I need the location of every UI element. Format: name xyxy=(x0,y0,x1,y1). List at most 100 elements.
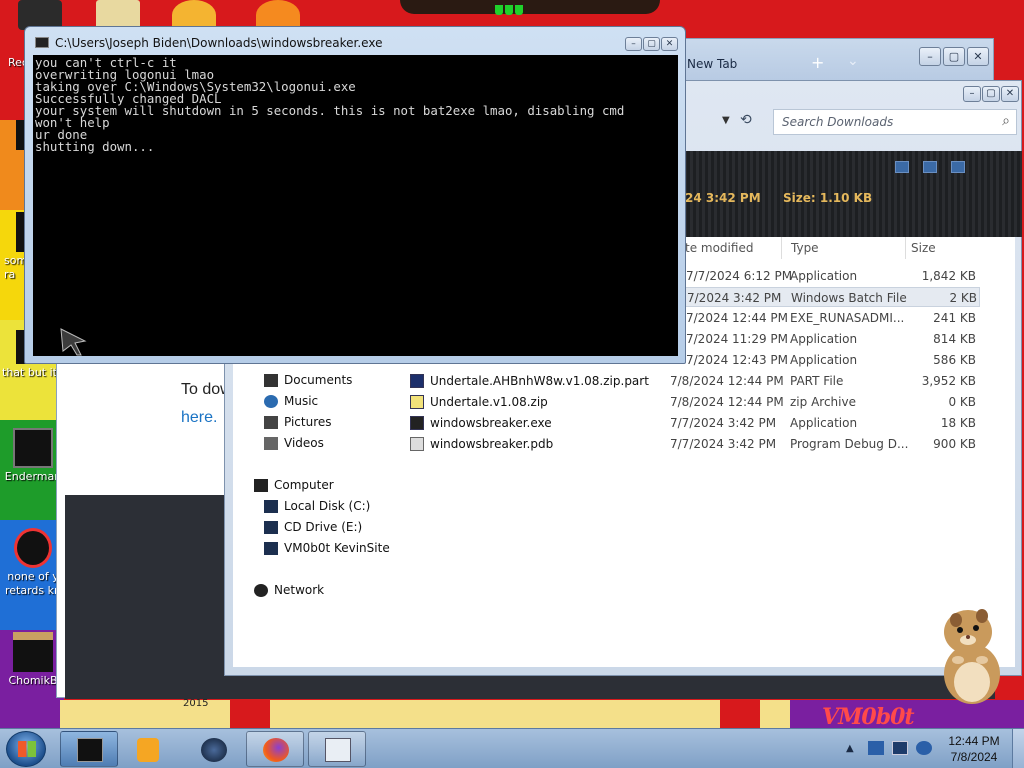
nav-item-music[interactable]: Music xyxy=(264,394,318,408)
taskbar-clock[interactable]: 12:44 PM 7/8/2024 xyxy=(940,733,1008,765)
tab-list-chevron-icon[interactable]: ⌄ xyxy=(847,53,859,69)
file-row[interactable]: 7/2024 11:29 PM Application 814 KB xyxy=(670,329,980,349)
file-name-cell: Undertale.v1.08.zip xyxy=(410,395,548,409)
tray-action-center-icon[interactable] xyxy=(868,741,884,755)
file-row-selected[interactable]: 7/2024 3:42 PM Windows Batch File 2 KB xyxy=(670,287,980,307)
file-type: Application xyxy=(790,353,858,367)
nav-item-network-share[interactable]: VM0b0t KevinSite xyxy=(264,541,390,555)
file-name: Undertale.AHBnhW8w.v1.08.zip.part xyxy=(430,374,649,388)
column-header-type[interactable]: Type xyxy=(791,241,819,255)
wallpaper-year: 2015 xyxy=(183,698,209,709)
documents-icon xyxy=(264,373,278,387)
tab-new-tab[interactable]: New Tab xyxy=(687,57,737,71)
file-type: Program Debug D... xyxy=(790,437,909,451)
tray-expand-icon[interactable]: ▲ xyxy=(846,743,854,754)
file-name-cell: Undertale.AHBnhW8w.v1.08.zip.part xyxy=(410,374,649,388)
clock-time: 12:44 PM xyxy=(948,734,1000,748)
nav-label: Local Disk (C:) xyxy=(284,499,371,513)
nav-label: Documents xyxy=(284,373,353,387)
file-date: 7/2024 12:44 PM xyxy=(686,311,789,325)
console-output[interactable]: you can't ctrl-c it overwriting logonui … xyxy=(33,55,678,356)
minimize-button[interactable]: – xyxy=(625,37,642,51)
refresh-icon[interactable]: ⟲ xyxy=(740,112,752,128)
search-placeholder: Search Downloads xyxy=(782,115,894,129)
file-icon xyxy=(14,528,52,568)
file-row[interactable]: windowsbreaker.exe 7/7/2024 3:42 PM Appl… xyxy=(410,413,982,433)
file-size: 1,842 KB xyxy=(921,269,976,283)
pictures-icon xyxy=(264,415,278,429)
view-icon[interactable] xyxy=(895,161,909,173)
tray-volume-icon[interactable] xyxy=(916,741,932,755)
address-dropdown-icon[interactable]: ▼ xyxy=(722,115,730,126)
new-tab-plus-icon[interactable]: + xyxy=(811,53,824,72)
taskbar-console[interactable] xyxy=(60,731,118,767)
windows-logo-icon xyxy=(18,741,36,757)
desktop-icon-note[interactable]: none of y retards kn xyxy=(2,528,64,598)
minimize-button[interactable]: – xyxy=(963,86,981,102)
console-window[interactable]: C:\Users\Joseph Biden\Downloads\windowsb… xyxy=(24,26,686,364)
close-button[interactable]: ✕ xyxy=(1001,86,1019,102)
desktop-icon-enderman[interactable]: Enderman xyxy=(2,428,64,484)
explorer-icon xyxy=(325,738,351,762)
file-date: 7/2024 3:42 PM xyxy=(687,291,782,305)
start-button[interactable] xyxy=(6,731,46,767)
file-row[interactable]: Undertale.AHBnhW8w.v1.08.zip.part 7/8/20… xyxy=(410,371,982,391)
console-line: won't help xyxy=(35,115,110,130)
taskbar-explorer[interactable] xyxy=(308,731,366,767)
maximize-button[interactable]: ▢ xyxy=(943,47,965,66)
file-size: 241 KB xyxy=(933,311,976,325)
console-titlebar[interactable]: C:\Users\Joseph Biden\Downloads\windowsb… xyxy=(25,27,685,55)
file-type: PART File xyxy=(790,374,844,388)
file-row[interactable]: 7/7/2024 6:12 PM Application 1,842 KB xyxy=(670,266,980,286)
column-header-date[interactable]: te modified xyxy=(685,241,753,255)
network-icon xyxy=(254,583,268,597)
tray-network-icon[interactable] xyxy=(892,741,908,755)
nav-item-pictures[interactable]: Pictures xyxy=(264,415,332,429)
console-line: your system will shutdown in 5 seconds. … xyxy=(35,103,625,118)
maximize-button[interactable]: ▢ xyxy=(643,37,660,51)
file-row[interactable]: windowsbreaker.pdb 7/7/2024 3:42 PM Prog… xyxy=(410,434,982,454)
wallpaper-green-dots xyxy=(495,4,529,16)
help-icon[interactable] xyxy=(951,161,965,173)
close-button[interactable]: ✕ xyxy=(661,37,678,51)
desktop-icon-label: Enderman xyxy=(4,470,62,483)
desktop-icon-chomik[interactable]: ChomikB xyxy=(2,632,64,688)
file-date: 7/2024 11:29 PM xyxy=(686,332,789,346)
show-desktop-button[interactable] xyxy=(1012,729,1024,768)
desktop-icon-label: that but it xyxy=(2,366,57,379)
view-options xyxy=(895,161,965,173)
computer-icon xyxy=(254,478,268,492)
nav-item-videos[interactable]: Videos xyxy=(264,436,324,450)
column-header-size[interactable]: Size xyxy=(911,241,936,255)
taskbar-media-player[interactable] xyxy=(120,731,178,767)
minimize-button[interactable]: – xyxy=(919,47,941,66)
file-size: 586 KB xyxy=(933,353,976,367)
nav-item-documents[interactable]: Documents xyxy=(264,373,352,387)
nav-item-local-disk[interactable]: Local Disk (C:) xyxy=(264,499,370,513)
zip-file-icon xyxy=(410,395,424,409)
file-date: 7/7/2024 6:12 PM xyxy=(686,269,793,283)
file-date: 7/8/2024 12:44 PM xyxy=(670,374,784,388)
firefox-icon xyxy=(263,738,289,762)
nav-item-computer[interactable]: Computer xyxy=(254,478,334,492)
file-date: 7/7/2024 3:42 PM xyxy=(670,437,777,451)
nav-item-network[interactable]: Network xyxy=(254,583,324,597)
file-row[interactable]: 7/2024 12:43 PM Application 586 KB xyxy=(670,350,980,370)
file-type: Application xyxy=(790,332,858,346)
preview-pane-icon[interactable] xyxy=(923,161,937,173)
file-row[interactable]: Undertale.v1.08.zip 7/8/2024 12:44 PM zi… xyxy=(410,392,982,412)
nav-item-cd-drive[interactable]: CD Drive (E:) xyxy=(264,520,362,534)
column-separator[interactable] xyxy=(905,237,906,259)
search-icon[interactable]: ⌕ xyxy=(1002,113,1010,129)
file-name-cell: windowsbreaker.exe xyxy=(410,416,552,430)
taskbar-firefox[interactable] xyxy=(246,731,304,767)
taskbar-app-globe[interactable] xyxy=(184,731,242,767)
file-row[interactable]: 7/2024 12:44 PM EXE_RUNASADMI... 241 KB xyxy=(670,308,980,328)
file-type: Application xyxy=(790,416,858,430)
wallpaper-top-shape xyxy=(400,0,660,14)
download-link[interactable]: here. xyxy=(181,409,217,427)
search-input[interactable]: Search Downloads ⌕ xyxy=(773,109,1017,135)
close-button[interactable]: ✕ xyxy=(967,47,989,66)
maximize-button[interactable]: ▢ xyxy=(982,86,1000,102)
column-separator[interactable] xyxy=(781,237,782,259)
